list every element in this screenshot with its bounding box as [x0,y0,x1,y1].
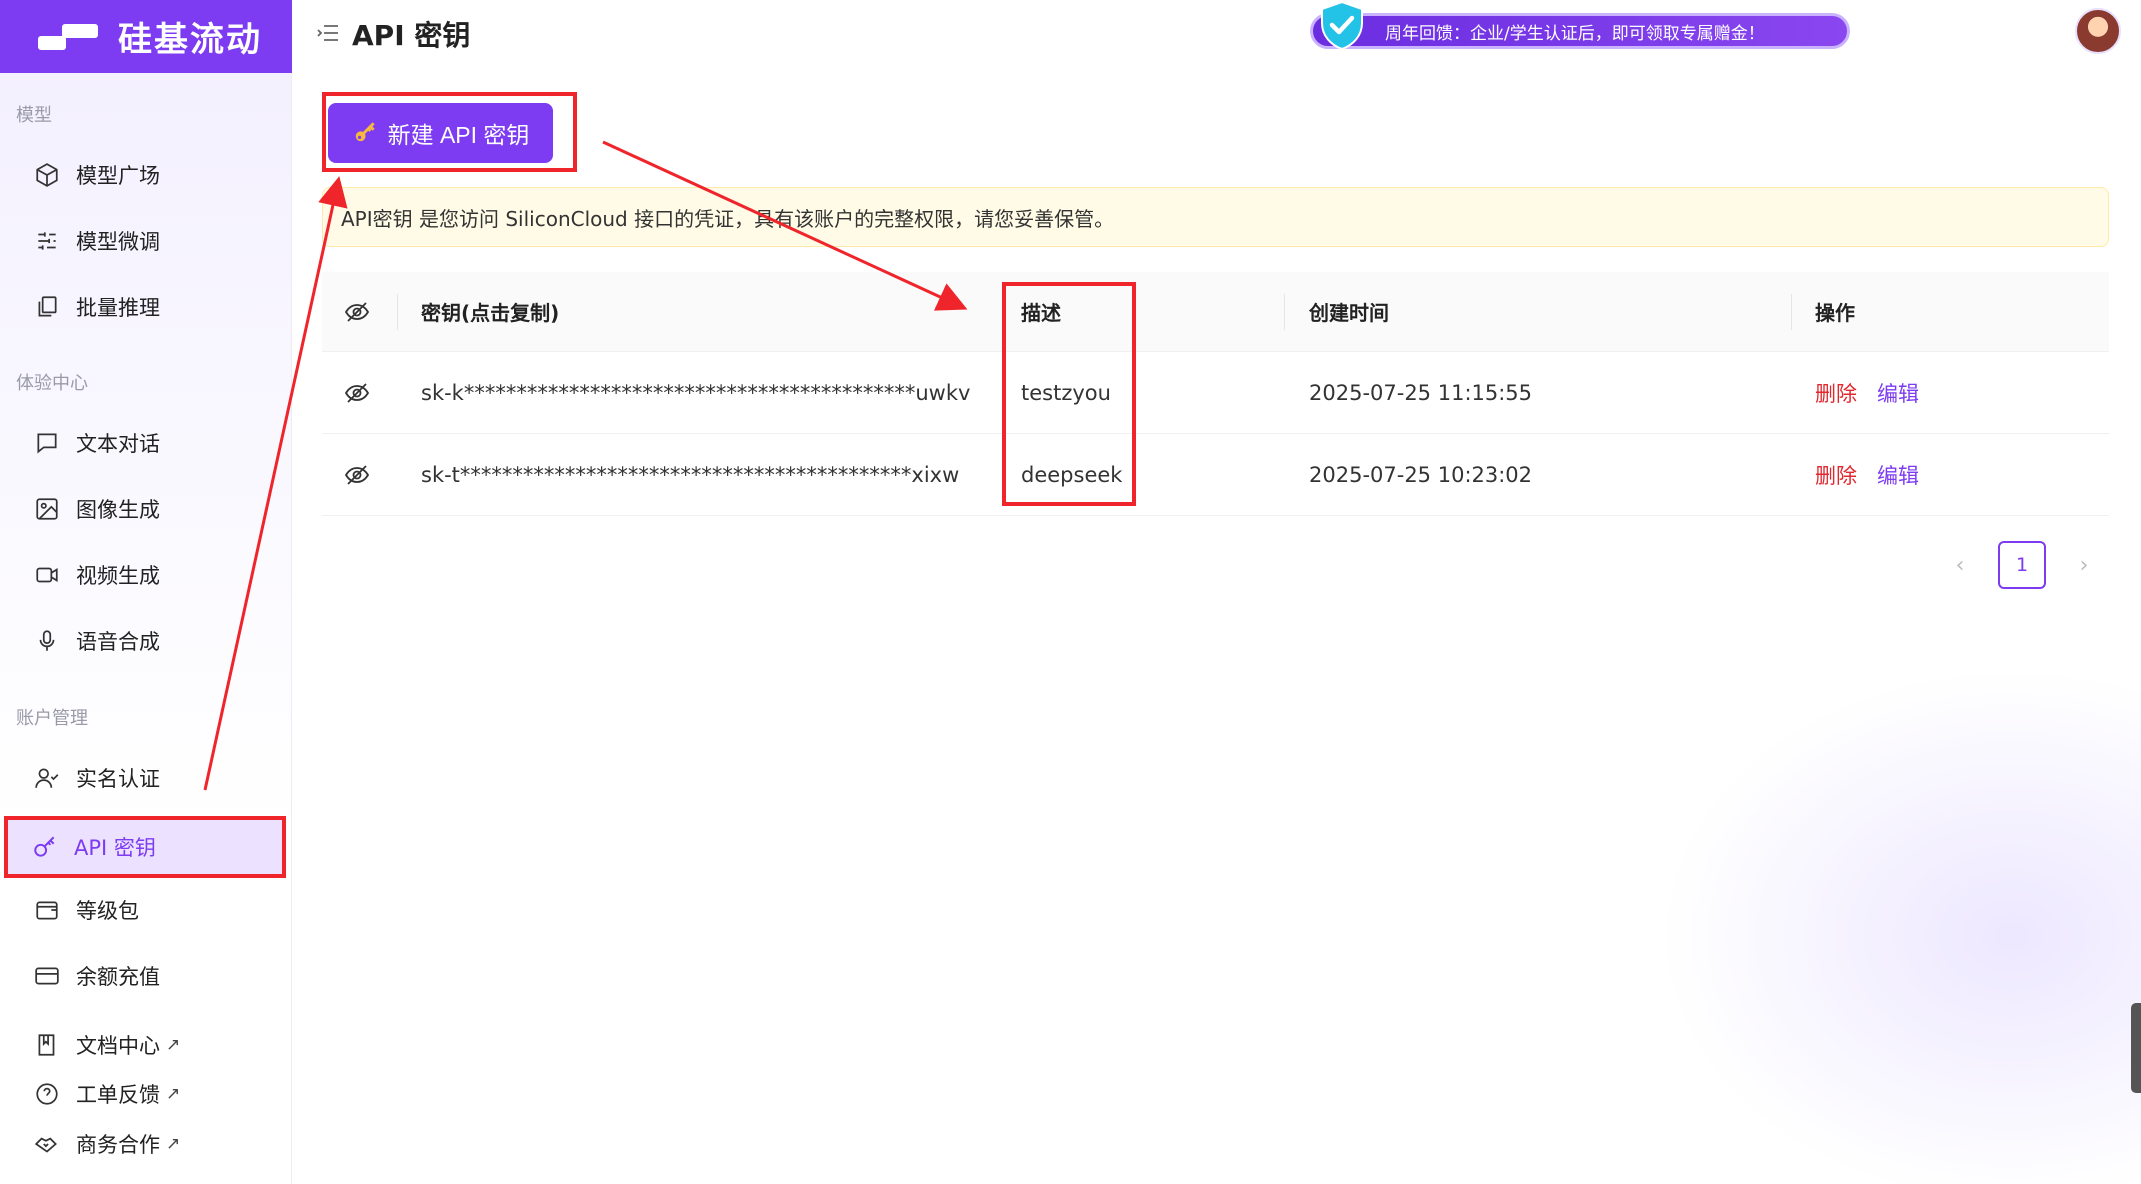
row-eye-cell[interactable] [344,434,370,515]
sidebar-item-label: 文档中心 [76,1034,160,1058]
external-link-icon: ↗ [166,1035,181,1055]
column-separator [1791,294,1792,330]
sidebar-item-text-chat[interactable]: 文本对话 [8,415,282,471]
new-api-key-button[interactable]: 新建 API 密钥 [328,103,553,163]
sidebar-item-label: 商务合作 [76,1133,160,1157]
section-label-experience: 体验中心 [16,373,88,394]
delete-button[interactable]: 删除 [1815,378,1857,408]
sidebar-item-label: 文本对话 [76,432,160,456]
sidebar-item-fine-tune[interactable]: 模型微调 [8,213,282,269]
table-row: sk-k************************************… [322,352,2109,434]
sidebar-item-label: 等级包 [76,899,139,923]
sidebar-item-label: 语音合成 [76,630,160,654]
mic-icon [39,630,55,651]
menu-fold-icon[interactable] [316,22,340,44]
help-circle-icon [36,1083,58,1105]
sidebar-item-batch-inference[interactable]: 批量推理 [8,279,282,335]
notice-text: API密钥 是您访问 SiliconCloud 接口的凭证，具有该账户的完整权限… [341,206,1115,231]
new-api-key-label: 新建 API 密钥 [387,122,530,148]
table-header: 密钥(点击复制) 描述 创建时间 操作 [322,272,2109,352]
row-eye-cell[interactable] [344,352,370,433]
wallet-icon [36,901,58,920]
sidebar-item-speech[interactable]: 语音合成 [8,613,282,669]
delete-button[interactable]: 删除 [1815,460,1857,490]
sidebar-item-level-pack[interactable]: 等级包 [8,882,282,938]
api-key-table: 密钥(点击复制) 描述 创建时间 操作 sk-k****************… [322,272,2109,516]
row-actions: 删除 编辑 [1815,352,1919,433]
sidebar-item-label: 余额充值 [76,965,160,989]
copy-stack-icon [38,296,57,317]
api-key-value[interactable]: sk-t************************************… [421,434,959,515]
sidebar-item-verification[interactable]: 实名认证 [8,750,282,806]
sidebar-item-label: 工单反馈 [76,1083,160,1107]
promo-text: 周年回馈：企业/学生认证后，即可领取专属赠金！ [1385,23,1765,44]
external-link-icon: ↗ [166,1134,181,1154]
next-page-icon[interactable]: › [2074,553,2094,578]
book-icon [38,1034,55,1056]
sidebar-item-label: 模型广场 [76,164,160,188]
shield-check-icon [1321,0,1363,50]
header-key: 密钥(点击复制) [421,301,560,325]
column-separator [1284,294,1285,330]
sidebar-item-docs[interactable]: 文档中心 ↗ [8,1022,282,1068]
sidebar: 硅基流动 模型 模型广场 模型微调 批量推理 体验中心 文本对话 图像生成 视频… [0,0,292,1184]
sidebar-item-label: 模型微调 [76,230,160,254]
key-created-time: 2025-07-25 11:15:55 [1309,380,1533,405]
annotation-box-description [1002,282,1136,506]
edit-button[interactable]: 编辑 [1877,460,1919,490]
scrollbar-handle[interactable] [2131,1003,2141,1093]
sidebar-item-tickets[interactable]: 工单反馈 ↗ [8,1071,282,1117]
eye-off-icon[interactable] [344,464,370,486]
sidebar-item-image-gen[interactable]: 图像生成 [8,481,282,537]
row-actions: 删除 编辑 [1815,434,1919,515]
key-created-time: 2025-07-25 10:23:02 [1309,462,1533,487]
sidebar-item-video-gen[interactable]: 视频生成 [8,547,282,603]
chat-icon [37,433,57,454]
top-header: API 密钥 [292,0,2141,66]
logo-mark-icon [38,22,100,52]
sidebar-item-model-square[interactable]: 模型广场 [8,147,282,203]
user-check-icon [35,768,59,788]
section-label-models: 模型 [16,105,52,126]
column-separator [397,294,398,330]
edit-button[interactable]: 编辑 [1877,378,1919,408]
sidebar-item-label: API 密钥 [74,836,156,860]
sidebar-item-label: 视频生成 [76,564,160,588]
eye-off-icon[interactable] [344,382,370,404]
sliders-icon [38,232,56,250]
eye-off-icon[interactable] [344,301,370,323]
key-icon [34,836,55,857]
page-title: API 密钥 [352,19,471,52]
cube-icon [36,163,58,187]
notice-alert: API密钥 是您访问 SiliconCloud 接口的凭证，具有该账户的完整权限… [322,187,2109,247]
external-link-icon: ↗ [166,1084,181,1104]
video-icon [36,567,58,583]
brand-name: 硅基流动 [118,20,262,60]
user-avatar[interactable] [2075,8,2121,54]
pagination: ‹ 1 › [1950,541,2094,589]
key-icon [355,122,375,142]
promo-banner[interactable]: 周年回馈：企业/学生认证后，即可领取专属赠金！ [1310,13,1850,49]
header-eye-cell[interactable] [344,272,370,351]
prev-page-icon[interactable]: ‹ [1950,553,1970,578]
sidebar-item-recharge[interactable]: 余额充值 [8,948,282,1004]
sidebar-item-label: 图像生成 [76,498,160,522]
page-number-button[interactable]: 1 [1998,541,2046,589]
brand-logo[interactable]: 硅基流动 [0,0,292,73]
header-action: 操作 [1815,301,1855,325]
header-time: 创建时间 [1309,301,1389,325]
section-label-account: 账户管理 [16,708,88,729]
handshake-icon [34,1137,57,1153]
api-key-value[interactable]: sk-k************************************… [421,352,970,433]
sidebar-item-label: 实名认证 [76,767,160,791]
card-icon [35,967,59,985]
sidebar-item-api-keys[interactable]: API 密钥 [4,816,286,878]
table-row: sk-t************************************… [322,434,2109,516]
sidebar-item-label: 批量推理 [76,296,160,320]
sidebar-item-business[interactable]: 商务合作 ↗ [8,1121,282,1167]
image-icon [36,498,58,520]
